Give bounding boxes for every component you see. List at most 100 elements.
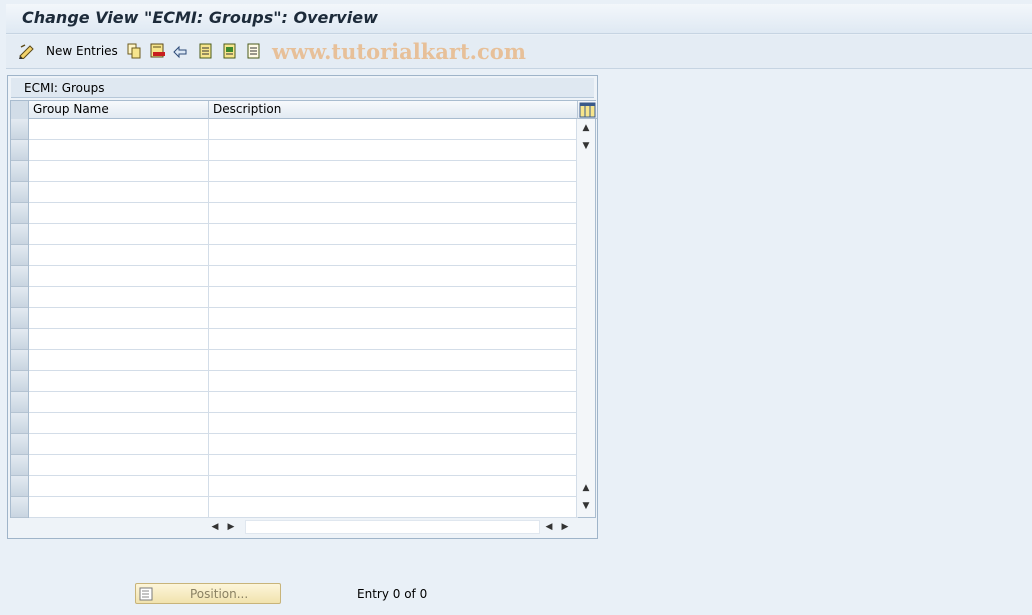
- scroll-up-icon[interactable]: ▲: [581, 123, 591, 133]
- table-row[interactable]: [29, 434, 578, 455]
- table-row[interactable]: [29, 350, 578, 371]
- watermark-text: www.tutorialkart.com: [272, 39, 526, 64]
- group-name-cell[interactable]: [29, 140, 209, 160]
- table-row[interactable]: [29, 224, 578, 245]
- table-row[interactable]: [29, 287, 578, 308]
- row-selector[interactable]: [11, 455, 28, 476]
- table-grid: Group Name Description ▲ ▼ ▲ ▼: [10, 100, 597, 518]
- group-name-cell[interactable]: [29, 308, 209, 328]
- table-row[interactable]: [29, 266, 578, 287]
- group-name-cell[interactable]: [29, 476, 209, 496]
- vertical-scrollbar[interactable]: ▲ ▼ ▲ ▼: [576, 119, 595, 517]
- group-name-cell[interactable]: [29, 350, 209, 370]
- undo-change-button[interactable]: [172, 42, 190, 60]
- group-name-cell[interactable]: [29, 371, 209, 391]
- row-selector[interactable]: [11, 476, 28, 497]
- undo-change-icon: [173, 45, 187, 59]
- row-selector[interactable]: [11, 245, 28, 266]
- entry-count-text: Entry 0 of 0: [357, 587, 428, 601]
- table-row[interactable]: [29, 476, 578, 497]
- delete-button[interactable]: [150, 42, 166, 60]
- scroll-page-up-icon[interactable]: ▲: [581, 483, 591, 493]
- select-block-button[interactable]: [222, 42, 238, 60]
- application-toolbar: New Entries www.tutorialkart.com: [6, 35, 1032, 69]
- row-selector[interactable]: [11, 287, 28, 308]
- table-row[interactable]: [29, 308, 578, 329]
- table-row[interactable]: [29, 245, 578, 266]
- table-settings-icon: [579, 102, 596, 118]
- table-row[interactable]: [29, 413, 578, 434]
- row-selector[interactable]: [11, 350, 28, 371]
- select-block-icon: [223, 43, 236, 59]
- group-name-cell[interactable]: [29, 434, 209, 454]
- deselect-all-button[interactable]: [246, 42, 262, 60]
- position-button[interactable]: Position...: [135, 583, 281, 604]
- group-name-cell[interactable]: [29, 119, 209, 139]
- scroll-left-icon[interactable]: ◀: [542, 520, 556, 534]
- column-header-description[interactable]: Description: [209, 101, 578, 119]
- group-name-cell[interactable]: [29, 161, 209, 181]
- row-selector[interactable]: [11, 371, 28, 392]
- table-header: Group Name Description: [11, 101, 597, 119]
- group-name-cell[interactable]: [29, 392, 209, 412]
- table-caption: ECMI: Groups: [11, 78, 594, 98]
- position-button-label: Position...: [190, 587, 249, 601]
- table-row[interactable]: [29, 140, 578, 161]
- new-entries-button[interactable]: New Entries: [46, 42, 118, 60]
- column-header-group-name[interactable]: Group Name: [29, 101, 209, 119]
- select-all-icon: [199, 43, 212, 59]
- row-selector[interactable]: [11, 161, 28, 182]
- page-title: Change View "ECMI: Groups": Overview: [22, 8, 378, 27]
- select-all-rows-cell[interactable]: [11, 101, 29, 119]
- deselect-all-icon: [247, 43, 260, 59]
- row-selector[interactable]: [11, 308, 28, 329]
- table-row[interactable]: [29, 182, 578, 203]
- group-name-cell[interactable]: [29, 245, 209, 265]
- row-selector[interactable]: [11, 119, 28, 140]
- row-selector[interactable]: [11, 413, 28, 434]
- table-row[interactable]: [29, 392, 578, 413]
- group-name-cell[interactable]: [29, 287, 209, 307]
- group-name-cell[interactable]: [29, 329, 209, 349]
- title-bar: Change View "ECMI: Groups": Overview: [6, 4, 1032, 34]
- display-change-button[interactable]: [18, 42, 36, 60]
- table-row[interactable]: [29, 455, 578, 476]
- group-name-cell[interactable]: [29, 413, 209, 433]
- table-row[interactable]: [29, 161, 578, 182]
- copy-as-button[interactable]: [126, 42, 142, 60]
- table-row[interactable]: [29, 119, 578, 140]
- horizontal-scrollbar[interactable]: [245, 520, 540, 534]
- group-name-cell[interactable]: [29, 182, 209, 202]
- group-name-cell[interactable]: [29, 224, 209, 244]
- table-row[interactable]: [29, 203, 578, 224]
- table-settings-button[interactable]: [578, 101, 597, 119]
- row-selector[interactable]: [11, 266, 28, 287]
- row-selector[interactable]: [11, 329, 28, 350]
- group-name-cell[interactable]: [29, 203, 209, 223]
- scroll-right-icon[interactable]: ▶: [558, 520, 572, 534]
- group-name-cell[interactable]: [29, 266, 209, 286]
- table-row[interactable]: [29, 371, 578, 392]
- copy-icon: [127, 43, 141, 59]
- scroll-left-icon[interactable]: ◀: [208, 520, 222, 534]
- group-name-cell[interactable]: [29, 455, 209, 475]
- row-selector[interactable]: [11, 224, 28, 245]
- delete-icon: [150, 43, 165, 58]
- table-caption-label: ECMI: Groups: [24, 81, 105, 95]
- horizontal-scroll-left-group: ◀ ▶: [206, 520, 242, 534]
- scroll-page-down-icon[interactable]: ▼: [581, 501, 591, 511]
- new-entries-label: New Entries: [46, 44, 118, 58]
- group-name-cell[interactable]: [29, 497, 209, 517]
- row-selector[interactable]: [11, 392, 28, 413]
- row-selector[interactable]: [11, 434, 28, 455]
- row-selector[interactable]: [11, 140, 28, 161]
- row-selector[interactable]: [11, 203, 28, 224]
- row-selector[interactable]: [11, 497, 28, 518]
- scroll-right-icon[interactable]: ▶: [224, 520, 238, 534]
- select-all-button[interactable]: [198, 42, 214, 60]
- scroll-down-icon[interactable]: ▼: [581, 141, 591, 151]
- table-row[interactable]: [29, 497, 578, 518]
- row-selector[interactable]: [11, 182, 28, 203]
- table-row[interactable]: [29, 329, 578, 350]
- horizontal-scroll-right-group: ◀ ▶: [540, 520, 576, 534]
